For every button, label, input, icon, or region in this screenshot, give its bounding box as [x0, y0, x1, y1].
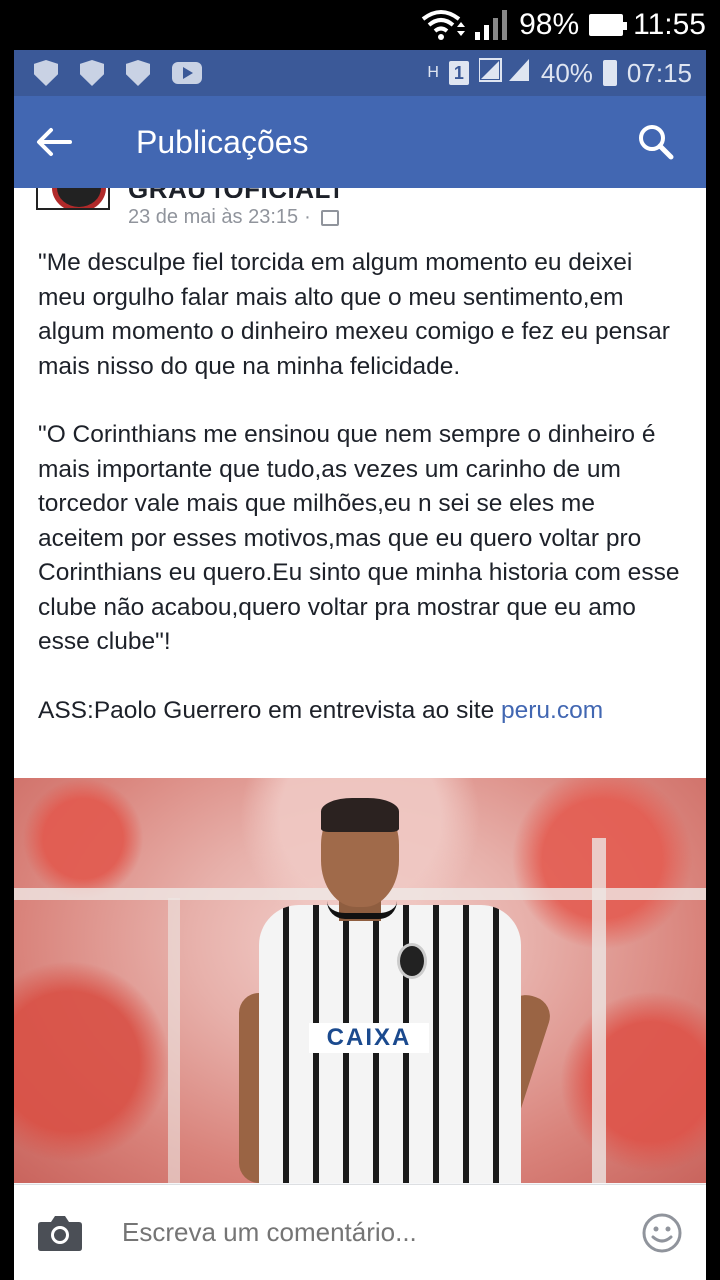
search-icon[interactable]: [628, 114, 684, 170]
comment-bar: [14, 1184, 706, 1280]
photo-goalpost: [592, 838, 606, 1183]
page-name[interactable]: GRAU [OFICIAL]: [128, 188, 340, 198]
inner-battery-percent: 40%: [540, 57, 593, 88]
shield-icon: [80, 60, 104, 86]
page-title: Publicações: [136, 123, 309, 160]
external-link[interactable]: peru.com: [501, 697, 603, 724]
back-arrow-icon[interactable]: [36, 112, 96, 172]
post-signature: ASS:Paolo Guerrero em entrevista ao site…: [38, 694, 684, 729]
post-card: GRAU [OFICIAL] 23 de mai às 23:15 · "Me …: [14, 188, 706, 1183]
app-bar: Publicações: [14, 96, 706, 188]
sim-badge: 1: [448, 61, 469, 85]
club-crest-icon: [397, 943, 427, 979]
wifi-icon: [421, 9, 466, 41]
battery-icon: [589, 14, 628, 36]
inner-clock: 07:15: [626, 57, 692, 88]
network-type-label: H: [427, 64, 439, 81]
photo-player: CAIXA: [239, 793, 556, 1183]
post-timestamp[interactable]: 23 de mai às 23:15: [128, 206, 298, 229]
shield-icon: [34, 60, 58, 86]
app-screen: H 1 40% 07:15 Publicações 23 de mai às 2…: [14, 50, 706, 1280]
signal-icon: [475, 10, 509, 40]
emoji-icon[interactable]: [640, 1211, 684, 1255]
post-paragraph: "Me desculpe fiel torcida em algum momen…: [38, 249, 670, 380]
post-meta: 23 de mai às 23:15 ·: [128, 206, 339, 229]
youtube-icon: [172, 62, 202, 84]
signal-icon: [477, 57, 531, 90]
page-avatar[interactable]: [36, 188, 110, 210]
shield-icon: [126, 60, 150, 86]
post-text: "Me desculpe fiel torcida em algum momen…: [14, 236, 706, 728]
inner-status-bar: H 1 40% 07:15: [14, 50, 706, 96]
photo-goalpost: [168, 898, 180, 1183]
device-status-bar: 98% 11:55: [0, 0, 720, 50]
post-photo[interactable]: CAIXA: [14, 778, 706, 1183]
battery-icon: [602, 60, 617, 86]
privacy-icon[interactable]: [320, 209, 339, 226]
camera-icon[interactable]: [36, 1209, 84, 1257]
post-paragraph: "O Corinthians me ensinou que nem sempre…: [38, 421, 680, 655]
meta-separator: ·: [304, 206, 311, 228]
comment-input[interactable]: [122, 1217, 622, 1248]
signature-text: ASS:Paolo Guerrero em entrevista ao site: [38, 696, 501, 724]
device-clock: 11:55: [633, 8, 706, 41]
jersey-sponsor: CAIXA: [309, 1023, 429, 1053]
post-header: GRAU [OFICIAL] 23 de mai às 23:15 ·: [14, 188, 706, 236]
player-hair: [321, 798, 399, 832]
device-battery-percent: 98%: [519, 8, 580, 41]
